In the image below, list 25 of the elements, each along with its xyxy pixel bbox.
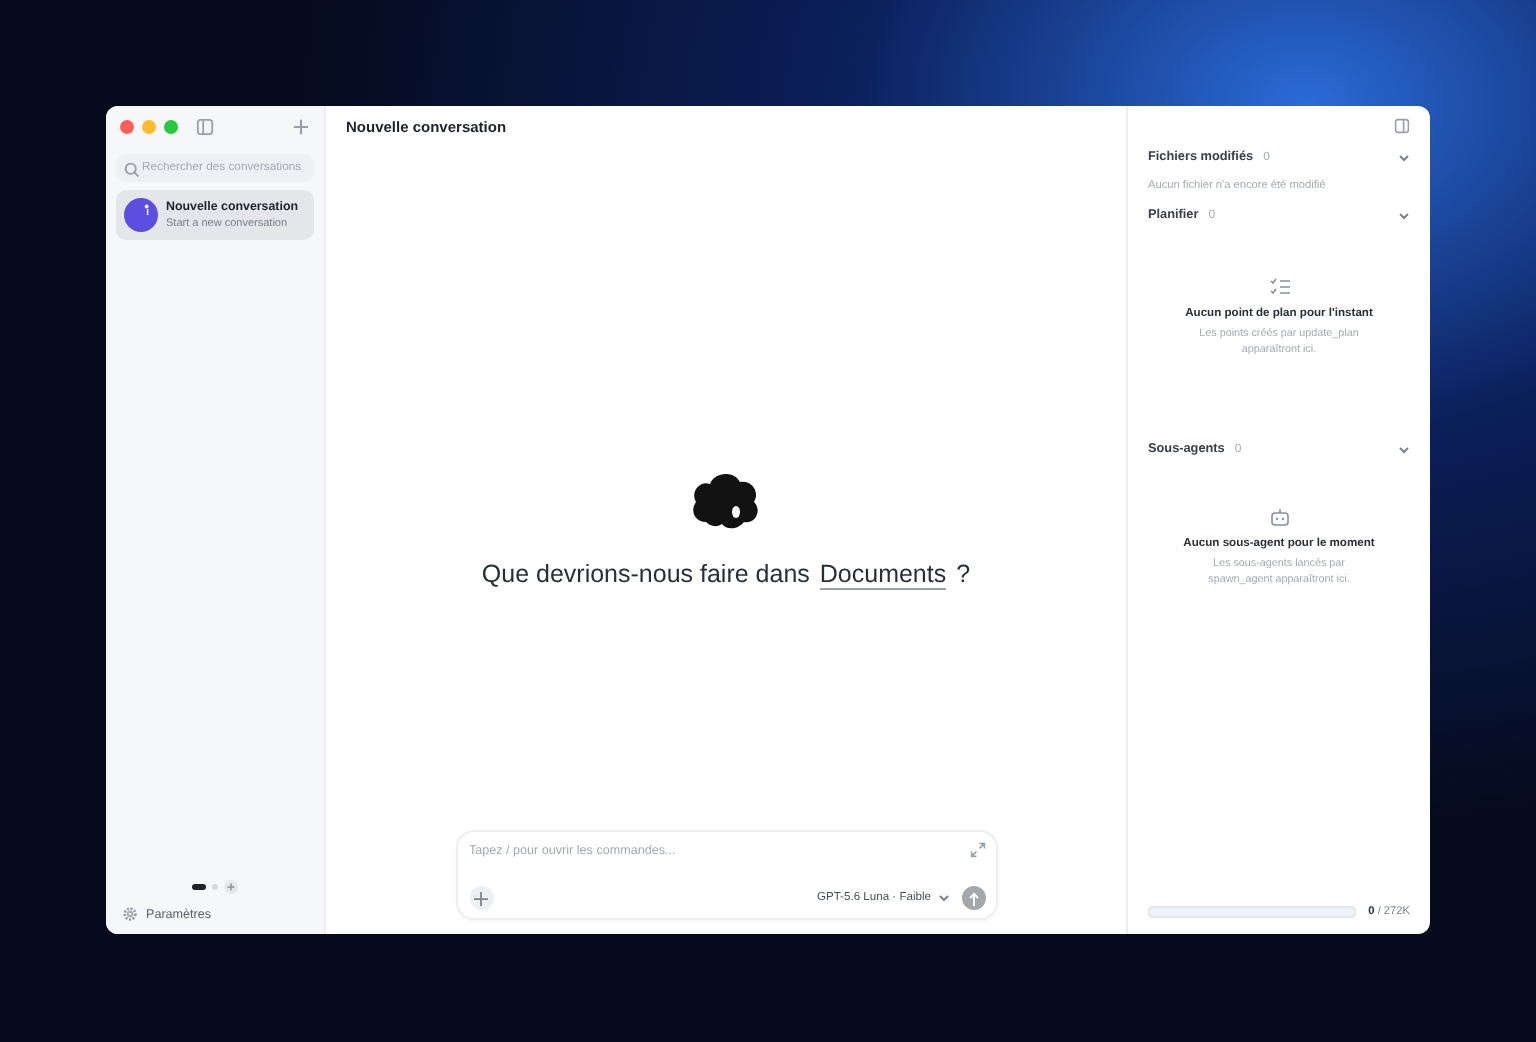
robot-icon (1269, 508, 1289, 527)
zoom-button[interactable] (164, 120, 178, 134)
attach-button[interactable] (469, 886, 493, 910)
plus-icon[interactable] (292, 118, 310, 136)
chevron-down-icon (1398, 153, 1410, 161)
plus-icon (474, 891, 488, 905)
panel-toggle-icon[interactable] (1394, 118, 1410, 134)
chevron-down-icon (1398, 211, 1410, 219)
question-mark: ? (956, 560, 971, 588)
expand-icon[interactable] (969, 842, 985, 858)
folder-link[interactable]: Documents (819, 560, 947, 590)
chevron-down-icon (1398, 445, 1410, 454)
arrow-up-icon (967, 891, 979, 905)
minimize-button[interactable] (142, 120, 156, 134)
close-button[interactable] (120, 120, 134, 134)
checklist-icon (1269, 278, 1289, 296)
prompt-text: Que devrions-nous faire dans (481, 560, 810, 588)
send-button[interactable] (961, 886, 985, 910)
chevron-down-icon (937, 894, 949, 902)
add-page-icon[interactable] (224, 880, 238, 894)
settings-icon[interactable] (122, 906, 138, 922)
sidebar-toggle-icon[interactable] (196, 118, 214, 136)
cloud-logo-icon (688, 468, 764, 532)
avatar-icon (124, 198, 158, 232)
page-indicator[interactable] (192, 884, 206, 890)
